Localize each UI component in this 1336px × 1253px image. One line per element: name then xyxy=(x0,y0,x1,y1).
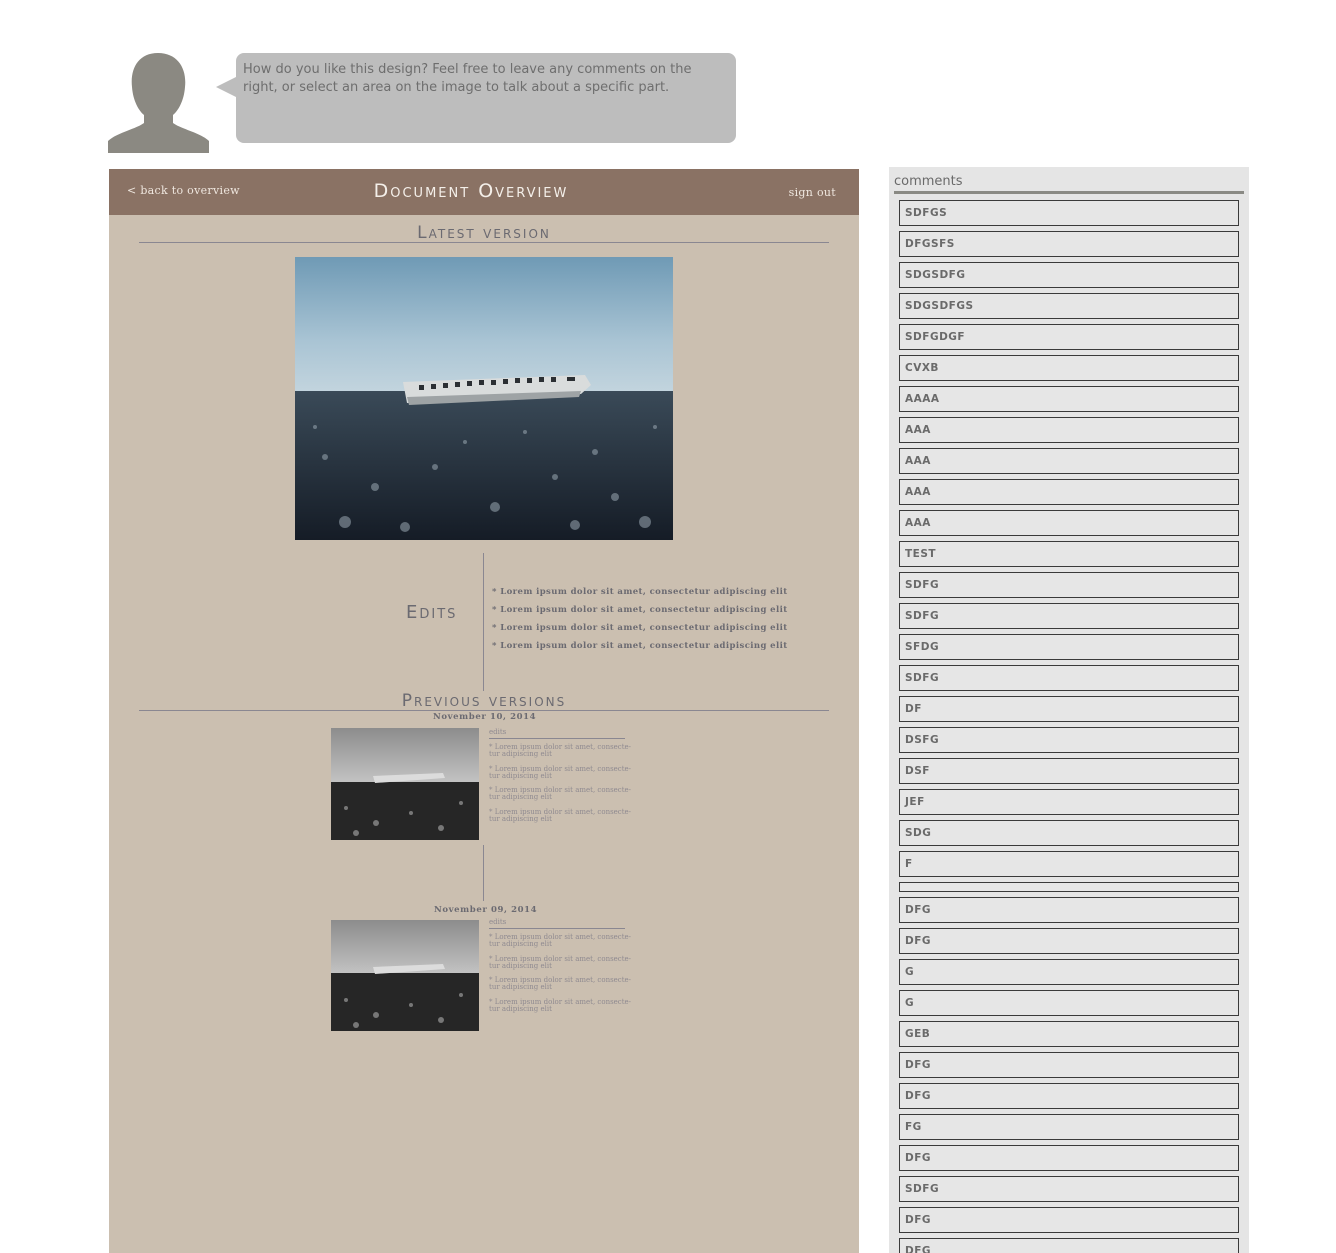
version-date: November 09, 2014 xyxy=(434,905,538,915)
latest-version-heading: Latest version xyxy=(417,223,551,243)
version-edit-item: * Lorem ipsum dolor sit amet, consecte-t… xyxy=(489,976,632,991)
sign-out-link[interactable]: sign out xyxy=(789,186,836,199)
version-date: November 10, 2014 xyxy=(433,712,537,722)
vertical-divider xyxy=(483,845,484,901)
edits-heading: Edits xyxy=(406,602,458,623)
comment-item[interactable]: dfg xyxy=(899,1145,1239,1171)
version-edit-item: * Lorem ipsum dolor sit amet, consecte-t… xyxy=(489,808,632,823)
version-edits-heading: edits xyxy=(489,918,507,926)
comment-item[interactable]: dfg xyxy=(899,1052,1239,1078)
comment-item[interactable]: dfg xyxy=(899,928,1239,954)
comments-heading: comments xyxy=(894,174,963,189)
version-edit-item: * Lorem ipsum dolor sit amet, consecte-t… xyxy=(489,786,632,801)
comment-item[interactable]: aaa xyxy=(899,479,1239,505)
comment-item[interactable]: sdfgs xyxy=(899,200,1239,226)
comment-item[interactable]: g xyxy=(899,990,1239,1016)
previous-versions-heading: Previous versions xyxy=(401,691,567,711)
divider xyxy=(894,191,1244,194)
comment-item[interactable]: sdgsdfg xyxy=(899,262,1239,288)
comment-item[interactable]: test xyxy=(899,541,1239,567)
comment-item[interactable]: geb xyxy=(899,1021,1239,1047)
user-avatar-icon xyxy=(108,53,209,153)
comment-item[interactable]: aaa xyxy=(899,510,1239,536)
comment-item[interactable]: f xyxy=(899,851,1239,877)
divider xyxy=(139,710,829,711)
comments-panel: comments sdfgs dfgsfs sdgsdfg sdgsdfgs sdfgd… xyxy=(889,167,1249,1253)
speech-bubble: How do you like this design? Feel free t… xyxy=(236,53,736,143)
comment-item[interactable]: sdgsdfgs xyxy=(899,293,1239,319)
comment-item[interactable]: dfg xyxy=(899,1238,1239,1253)
top-bar: < back to overview Document Overview sig… xyxy=(109,169,859,215)
comment-item[interactable]: cvxb xyxy=(899,355,1239,381)
version-edit-item: * Lorem ipsum dolor sit amet, consecte-t… xyxy=(489,743,632,758)
comment-item[interactable]: jef xyxy=(899,789,1239,815)
divider xyxy=(139,242,829,243)
comment-item[interactable]: aaaa xyxy=(899,386,1239,412)
comment-item[interactable]: sfdg xyxy=(899,634,1239,660)
latest-version-image[interactable] xyxy=(295,257,673,540)
comment-item[interactable]: sdg xyxy=(899,820,1239,846)
comment-item[interactable]: dfg xyxy=(899,1207,1239,1233)
speech-bubble-text: How do you like this design? Feel free t… xyxy=(243,62,692,95)
comment-item[interactable]: aaa xyxy=(899,417,1239,443)
comment-item[interactable]: dfgsfs xyxy=(899,231,1239,257)
comment-item[interactable] xyxy=(899,882,1239,892)
speech-bubble-tail xyxy=(216,77,236,97)
version-edit-item: * Lorem ipsum dolor sit amet, consecte-t… xyxy=(489,933,632,948)
version-edit-item: * Lorem ipsum dolor sit amet, consecte-t… xyxy=(489,765,632,780)
comment-item[interactable]: sdfg xyxy=(899,665,1239,691)
comment-item[interactable]: aaa xyxy=(899,448,1239,474)
edit-item: * Lorem ipsum dolor sit amet, consectetu… xyxy=(492,623,788,633)
comment-item[interactable]: df xyxy=(899,696,1239,722)
version-edits-heading: edits xyxy=(489,728,507,736)
comment-item[interactable]: sdfgdgf xyxy=(899,324,1239,350)
version-edit-item: * Lorem ipsum dolor sit amet, consecte-t… xyxy=(489,998,632,1013)
comment-item[interactable]: dsf xyxy=(899,758,1239,784)
previous-version-image[interactable] xyxy=(331,920,479,1031)
divider xyxy=(489,928,625,929)
comment-item[interactable]: dfg xyxy=(899,1083,1239,1109)
comment-item[interactable]: sdfg xyxy=(899,1176,1239,1202)
edit-item: * Lorem ipsum dolor sit amet, consectetu… xyxy=(492,605,788,615)
version-edit-item: * Lorem ipsum dolor sit amet, consecte-t… xyxy=(489,955,632,970)
edit-item: * Lorem ipsum dolor sit amet, consectetu… xyxy=(492,641,788,651)
divider xyxy=(489,738,625,739)
previous-version-image[interactable] xyxy=(331,728,479,840)
edit-item: * Lorem ipsum dolor sit amet, consectetu… xyxy=(492,587,788,597)
comment-item[interactable]: dfg xyxy=(899,897,1239,923)
comment-item[interactable]: sdfg xyxy=(899,603,1239,629)
comment-item[interactable]: fg xyxy=(899,1114,1239,1140)
document-mockup[interactable]: < back to overview Document Overview sig… xyxy=(109,169,859,1253)
comment-item[interactable]: sdfg xyxy=(899,572,1239,598)
page-title: Document Overview xyxy=(373,180,569,202)
comment-item[interactable]: g xyxy=(899,959,1239,985)
comment-item[interactable]: dsfg xyxy=(899,727,1239,753)
vertical-divider xyxy=(483,553,484,691)
